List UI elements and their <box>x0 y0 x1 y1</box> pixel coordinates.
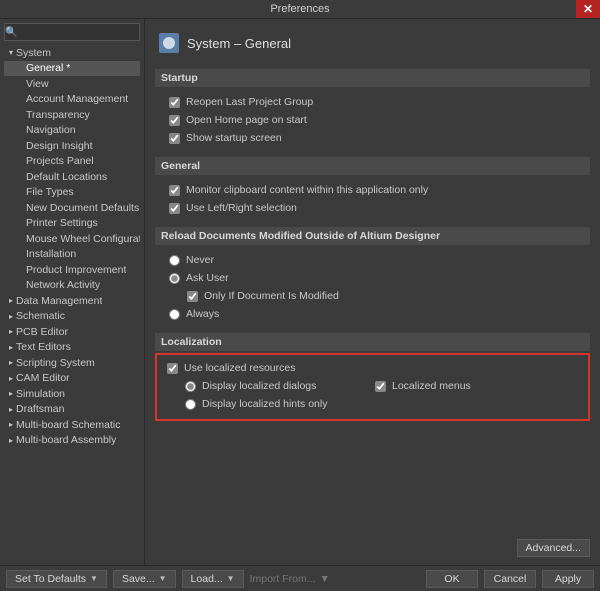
caret-down-icon: ▼ <box>90 574 98 583</box>
tree-item-mb-schematic[interactable]: ▸Multi-board Schematic <box>4 417 140 433</box>
ok-button[interactable]: OK <box>426 570 478 588</box>
tree-item-mb-assembly[interactable]: ▸Multi-board Assembly <box>4 433 140 449</box>
tree-item-network-activity[interactable]: Network Activity <box>4 278 140 294</box>
titlebar: Preferences ✕ <box>0 0 600 18</box>
tree-item-new-doc-defaults[interactable]: New Document Defaults <box>4 200 140 216</box>
load-button[interactable]: Load...▼ <box>182 570 244 588</box>
tree-item-mouse-wheel[interactable]: Mouse Wheel Configuration <box>4 231 140 247</box>
openhome-checkbox[interactable] <box>169 115 180 126</box>
onlyif-checkbox[interactable] <box>187 291 198 302</box>
reopen-checkbox[interactable] <box>169 97 180 108</box>
uselocal-label: Use localized resources <box>184 362 295 374</box>
tree-item-projects-panel[interactable]: Projects Panel <box>4 154 140 170</box>
chevron-right-icon: ▸ <box>6 296 16 305</box>
menus-label: Localized menus <box>392 380 471 392</box>
never-radio[interactable] <box>169 255 180 266</box>
tree-item-navigation[interactable]: Navigation <box>4 123 140 139</box>
save-button[interactable]: Save...▼ <box>113 570 176 588</box>
caret-down-icon: ▼ <box>320 573 330 585</box>
defaults-button[interactable]: Set To Defaults▼ <box>6 570 107 588</box>
tree-item-simulation[interactable]: ▸Simulation <box>4 386 140 402</box>
tree-item-schematic[interactable]: ▸Schematic <box>4 309 140 325</box>
dialogs-label: Display localized dialogs <box>202 380 316 392</box>
showstartup-checkbox[interactable] <box>169 133 180 144</box>
chevron-right-icon: ▸ <box>6 420 16 429</box>
clipboard-checkbox[interactable] <box>169 185 180 196</box>
tree-item-account[interactable]: Account Management <box>4 92 140 108</box>
close-button[interactable]: ✕ <box>576 0 600 18</box>
tree-item-product-improvement[interactable]: Product Improvement <box>4 262 140 278</box>
import-from-button[interactable]: Import From...▼ <box>250 573 330 585</box>
tree-item-general[interactable]: General * <box>4 61 140 77</box>
dialogs-radio[interactable] <box>185 381 196 392</box>
uselocal-checkbox[interactable] <box>167 363 178 374</box>
always-label: Always <box>186 308 219 320</box>
tree-item-transparency[interactable]: Transparency <box>4 107 140 123</box>
showstartup-label: Show startup screen <box>186 132 282 144</box>
tree-item-text-editors[interactable]: ▸Text Editors <box>4 340 140 356</box>
leftright-checkbox[interactable] <box>169 203 180 214</box>
menus-checkbox[interactable] <box>375 381 386 392</box>
chevron-right-icon: ▸ <box>6 312 16 321</box>
search-input[interactable] <box>17 24 152 40</box>
cancel-button[interactable]: Cancel <box>484 570 536 588</box>
caret-down-icon: ▼ <box>227 574 235 583</box>
clipboard-label: Monitor clipboard content within this ap… <box>186 184 428 196</box>
chevron-right-icon: ▸ <box>6 389 16 398</box>
section-localization-head: Localization <box>155 333 590 351</box>
ask-label: Ask User <box>186 272 229 284</box>
openhome-label: Open Home page on start <box>186 114 307 126</box>
chevron-right-icon: ▸ <box>6 327 16 336</box>
apply-button[interactable]: Apply <box>542 570 594 588</box>
tree-item-view[interactable]: View <box>4 76 140 92</box>
tree-item-file-types[interactable]: File Types <box>4 185 140 201</box>
sidebar: 🔍 ▾ System General * View Account Manage… <box>0 19 145 565</box>
tree-item-installation[interactable]: Installation <box>4 247 140 263</box>
content-pane: System – General Startup Reopen Last Pro… <box>145 19 600 565</box>
tree-item-system[interactable]: ▾ System <box>4 45 140 61</box>
ask-radio[interactable] <box>169 273 180 284</box>
localization-highlight: Use localized resources Display localize… <box>155 353 590 421</box>
tree-item-design-insight[interactable]: Design Insight <box>4 138 140 154</box>
section-reload-head: Reload Documents Modified Outside of Alt… <box>155 227 590 245</box>
onlyif-label: Only If Document Is Modified <box>204 290 339 302</box>
section-general-head: General <box>155 157 590 175</box>
hints-radio[interactable] <box>185 399 196 410</box>
tree-item-default-locations[interactable]: Default Locations <box>4 169 140 185</box>
search-box[interactable]: 🔍 <box>4 23 140 41</box>
chevron-right-icon: ▸ <box>6 405 16 414</box>
tree-item-cam-editor[interactable]: ▸CAM Editor <box>4 371 140 387</box>
search-icon: 🔍 <box>5 27 17 38</box>
advanced-button[interactable]: Advanced... <box>517 539 590 557</box>
chevron-right-icon: ▸ <box>6 374 16 383</box>
tree-item-printer[interactable]: Printer Settings <box>4 216 140 232</box>
chevron-right-icon: ▸ <box>6 436 16 445</box>
section-startup-head: Startup <box>155 69 590 87</box>
footer: Set To Defaults▼ Save...▼ Load...▼ Impor… <box>0 565 600 591</box>
reopen-label: Reopen Last Project Group <box>186 96 313 108</box>
page-icon <box>159 33 179 53</box>
tree-item-draftsman[interactable]: ▸Draftsman <box>4 402 140 418</box>
window-title: Preferences <box>270 3 329 15</box>
chevron-right-icon: ▸ <box>6 358 16 367</box>
never-label: Never <box>186 254 214 266</box>
nav-tree: ▾ System General * View Account Manageme… <box>4 45 140 448</box>
tree-item-data-management[interactable]: ▸Data Management <box>4 293 140 309</box>
chevron-right-icon: ▸ <box>6 343 16 352</box>
leftright-label: Use Left/Right selection <box>186 202 297 214</box>
page-title: System – General <box>187 36 291 51</box>
hints-label: Display localized hints only <box>202 398 327 410</box>
tree-item-pcb-editor[interactable]: ▸PCB Editor <box>4 324 140 340</box>
tree-item-scripting[interactable]: ▸Scripting System <box>4 355 140 371</box>
caret-down-icon: ▼ <box>159 574 167 583</box>
chevron-down-icon: ▾ <box>6 48 16 57</box>
always-radio[interactable] <box>169 309 180 320</box>
